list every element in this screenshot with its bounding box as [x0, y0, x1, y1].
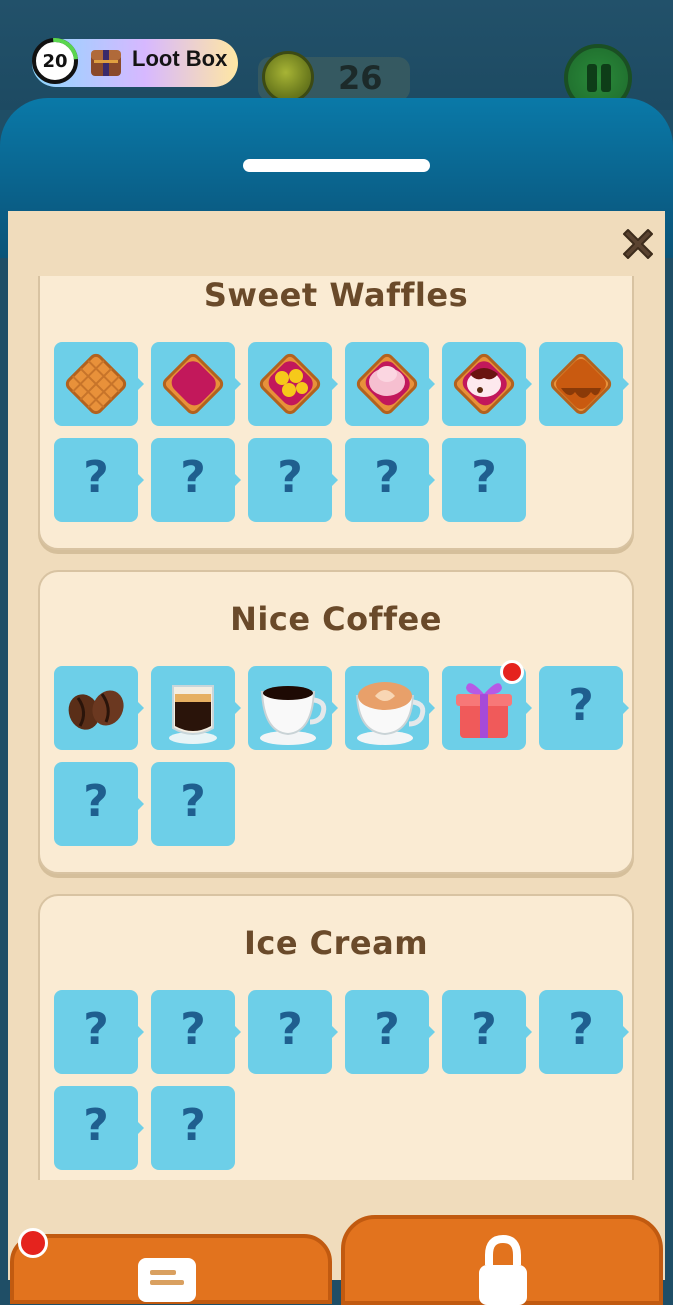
collection-item[interactable]	[248, 342, 338, 426]
collection-item-locked[interactable]: ?	[151, 990, 241, 1074]
collection-title: Sweet Waffles	[203, 276, 469, 314]
banana-waffle-icon	[259, 353, 321, 415]
recipes-button[interactable]	[10, 1234, 332, 1304]
level-badge: 20	[32, 38, 78, 84]
coin-icon	[262, 51, 314, 103]
collection-item-locked[interactable]: ?	[539, 990, 629, 1074]
collection-item[interactable]	[54, 342, 144, 426]
level-number: 20	[42, 50, 68, 72]
collection-item-locked[interactable]: ?	[442, 990, 532, 1074]
collection-item-locked[interactable]: ?	[248, 990, 338, 1074]
loot-box-label: Loot Box	[132, 46, 228, 71]
scroll-icon	[138, 1258, 196, 1302]
collection-item-locked[interactable]: ?	[442, 438, 526, 522]
cream-waffle-icon	[356, 353, 418, 415]
close-icon[interactable]	[616, 222, 660, 266]
sheet-drag-handle[interactable]	[243, 159, 430, 172]
collection-item[interactable]	[248, 666, 338, 750]
notification-dot	[500, 660, 524, 684]
collection-item-locked[interactable]: ?	[54, 990, 144, 1074]
collection-item[interactable]	[345, 342, 435, 426]
collection-item-locked[interactable]: ?	[151, 762, 235, 846]
lock-icon	[479, 1235, 527, 1305]
coin-value: 26	[338, 59, 383, 97]
latte-art-cup-icon	[355, 682, 426, 745]
notification-dot	[18, 1228, 48, 1258]
black-coffee-cup-icon	[260, 686, 327, 745]
collection-list[interactable]: Sweet Waffles ? ? ? ? ? Nice Coffee ? ? …	[8, 276, 665, 1180]
collection-item[interactable]	[151, 342, 241, 426]
collection-item-locked[interactable]: ?	[151, 438, 241, 522]
collection-item-locked[interactable]: ?	[54, 1086, 144, 1170]
collection-item-locked[interactable]: ?	[54, 762, 144, 846]
chocolate-cream-waffle-icon	[453, 353, 515, 415]
collection-card-ice-cream: Ice Cream ? ? ? ? ? ? ? ?	[38, 894, 634, 1180]
collection-item-locked[interactable]: ?	[345, 438, 435, 522]
collection-item[interactable]	[151, 666, 241, 750]
collection-card-nice-coffee: Nice Coffee ? ? ?	[38, 570, 634, 874]
collection-item-locked[interactable]: ?	[345, 990, 435, 1074]
collection-title: Nice Coffee	[230, 600, 442, 638]
collection-item[interactable]	[345, 666, 435, 750]
collection-item[interactable]	[54, 666, 144, 750]
collection-item-locked[interactable]: ?	[248, 438, 338, 522]
caramel-waffle-icon	[550, 353, 612, 415]
plain-waffle-icon	[65, 353, 127, 415]
game-hud: 20 Loot Box 26	[0, 0, 673, 112]
collection-card-sweet-waffles: Sweet Waffles ? ? ? ? ?	[38, 276, 634, 550]
collection-title: Ice Cream	[243, 924, 429, 962]
collection-item-locked[interactable]: ?	[539, 666, 629, 750]
collection-item[interactable]	[539, 342, 629, 426]
locked-feature-button[interactable]	[341, 1215, 663, 1305]
loot-box-icon	[91, 50, 121, 76]
jam-waffle-icon	[162, 353, 224, 415]
espresso-glass-icon	[169, 685, 217, 744]
coffee-beans-icon	[68, 690, 124, 730]
collection-item-locked[interactable]: ?	[151, 1086, 235, 1170]
collection-item-locked[interactable]: ?	[54, 438, 144, 522]
collection-item[interactable]	[442, 342, 532, 426]
